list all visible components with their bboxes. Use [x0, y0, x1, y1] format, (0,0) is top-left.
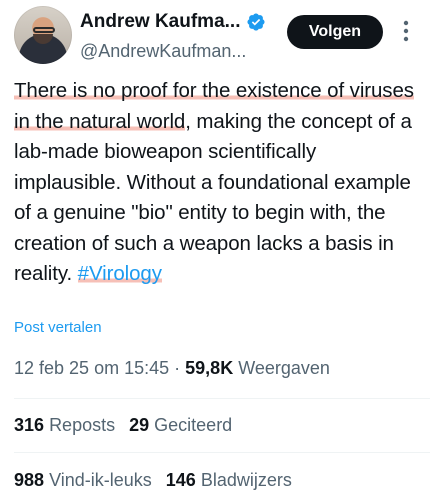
reposts-label: Reposts: [49, 415, 116, 435]
stats-row-reposts: 316 Reposts 29 Geciteerd: [14, 415, 246, 436]
divider: [14, 452, 430, 453]
tweet-text: There is no proof for the existence of v…: [14, 76, 424, 290]
avatar[interactable]: [14, 6, 72, 64]
tweet-meta: 12 feb 25 om 15:45 · 59,8K Weergaven: [14, 358, 330, 379]
views-label: Weergaven: [238, 358, 330, 378]
stats-row-likes: 988 Vind-ik-leuks 146 Bladwijzers: [14, 470, 306, 491]
bookmarks-label: Bladwijzers: [200, 470, 292, 490]
translate-post-link[interactable]: Post vertalen: [14, 319, 102, 336]
quotes-count: 29: [129, 415, 150, 435]
more-options-icon[interactable]: [396, 16, 416, 46]
quotes-label: Geciteerd: [154, 415, 233, 435]
author-display-name[interactable]: Andrew Kaufma...: [80, 11, 240, 33]
reposts-count: 316: [14, 415, 45, 435]
name-row: Andrew Kaufma...: [80, 10, 290, 34]
likes-label: Vind-ik-leuks: [49, 470, 152, 490]
tweet-text-body: , making the concept of a lab-made biowe…: [14, 109, 412, 286]
bookmarks-stat[interactable]: 146 Bladwijzers: [166, 470, 292, 490]
follow-button[interactable]: Volgen: [287, 15, 383, 49]
quotes-stat[interactable]: 29 Geciteerd: [129, 415, 232, 435]
verified-badge-icon: [246, 12, 266, 32]
likes-count: 988: [14, 470, 45, 490]
avatar-beard: [33, 34, 53, 44]
avatar-glasses: [33, 27, 55, 33]
author-handle[interactable]: @AndrewKaufman...: [80, 40, 290, 62]
tweet-header: Andrew Kaufma... @AndrewKaufman... Volge…: [0, 0, 430, 70]
reposts-stat[interactable]: 316 Reposts: [14, 415, 115, 435]
author-info: Andrew Kaufma... @AndrewKaufman...: [80, 10, 290, 62]
timestamp[interactable]: 12 feb 25 om 15:45: [14, 358, 169, 378]
hashtag-link[interactable]: #Virology: [77, 262, 162, 285]
divider: [14, 398, 430, 399]
bookmarks-count: 146: [165, 470, 196, 490]
meta-separator: ·: [174, 358, 181, 378]
views-count: 59,8K: [185, 358, 234, 378]
likes-stat[interactable]: 988 Vind-ik-leuks: [14, 470, 152, 490]
